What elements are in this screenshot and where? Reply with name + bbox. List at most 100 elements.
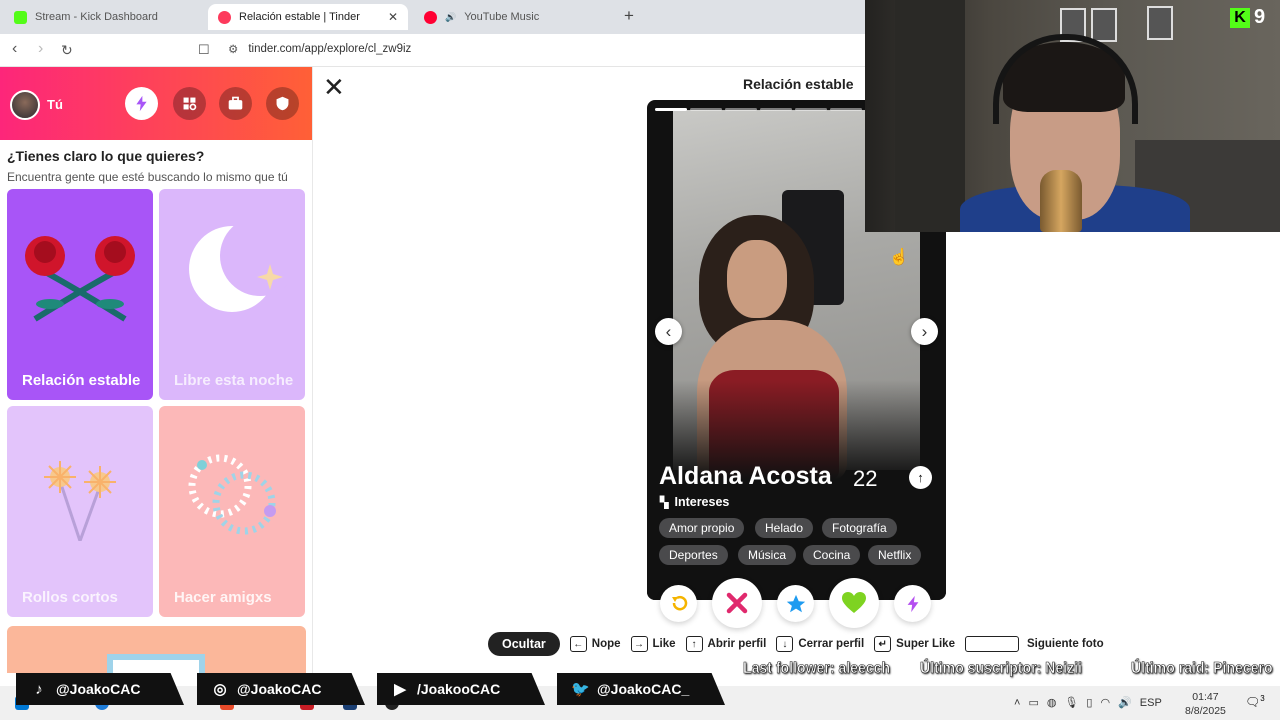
next-photo-button[interactable]: ›	[911, 318, 938, 345]
shortcut-close-profile: ↓ Cerrar perfil	[776, 636, 864, 652]
chevron-left-icon: ‹	[665, 321, 672, 341]
url-field[interactable]: ⚙ tinder.com/app/explore/cl_zw9iz	[228, 42, 411, 56]
tab-title: Stream - Kick Dashboard	[35, 11, 158, 23]
url-text: tinder.com/app/explore/cl_zw9iz	[248, 43, 412, 55]
close-icon[interactable]: ✕	[323, 72, 345, 103]
profile-name[interactable]: Tú	[47, 97, 63, 112]
shortcut-label: Abrir perfil	[707, 638, 767, 650]
photo-detail	[727, 240, 787, 318]
avatar[interactable]	[10, 90, 40, 120]
card-label: Hacer amigxs	[174, 589, 272, 606]
interests-header: ▚ Intereses	[660, 495, 729, 509]
tab-tinder[interactable]: Relación estable | Tinder ✕	[208, 4, 408, 30]
tab-kick[interactable]: Stream - Kick Dashboard	[4, 4, 204, 30]
interest-chip: Netflix	[868, 545, 922, 565]
hide-shortcuts-button[interactable]: Ocultar	[488, 632, 560, 656]
social-handle: @JoakoCAC	[237, 681, 322, 697]
youtube-music-icon	[424, 10, 437, 24]
mic-icon[interactable]: 🎙	[1064, 696, 1078, 709]
interest-chip: Música	[738, 545, 797, 565]
photo-progress-segment	[655, 108, 687, 111]
photo-progress-segment	[690, 108, 722, 111]
social-youtube: ▶ /JoakooCAC	[377, 673, 545, 705]
work-button[interactable]	[219, 87, 252, 120]
site-info-icon[interactable]: ⚙	[228, 42, 238, 56]
social-instagram: ◎ @JoakoCAC	[197, 673, 365, 705]
bracelets-icon	[188, 454, 276, 535]
boost-icon	[907, 595, 918, 612]
shortcut-super-like: ↵ Super Like	[874, 636, 955, 652]
explore-icon	[183, 97, 197, 111]
sidebar-header: Tú	[0, 67, 312, 140]
boost-button[interactable]	[125, 87, 158, 120]
network-icon[interactable]: ▭	[1028, 696, 1038, 709]
card-more[interactable]	[7, 626, 306, 673]
nope-button[interactable]	[712, 578, 762, 628]
shortcut-next-photo: Siguiente foto	[964, 636, 1104, 652]
prev-photo-button[interactable]: ‹	[655, 318, 682, 345]
super-like-icon	[786, 594, 805, 612]
card-rollos-cortos[interactable]: Rollos cortos	[7, 406, 153, 617]
reload-icon[interactable]: ↻	[61, 42, 73, 59]
volume-icon[interactable]: 🔊	[1118, 696, 1132, 709]
profile-age: 22	[853, 466, 878, 491]
interests-icon: ▚	[660, 496, 669, 509]
card-label: Libre esta noche	[174, 372, 294, 389]
card-label: Relación estable	[22, 372, 141, 389]
address-bar: ‹ › ↻ ☐ ⚙ tinder.com/app/explore/cl_zw9i…	[0, 34, 865, 67]
tab-youtube-music[interactable]: 🔊 YouTube Music	[414, 4, 614, 30]
clock[interactable]: 01:47 8/8/2025	[1185, 690, 1226, 718]
open-profile-button[interactable]: ↑	[909, 466, 932, 489]
explore-button[interactable]	[173, 87, 206, 120]
forward-icon[interactable]: ›	[38, 40, 43, 58]
tab-title: YouTube Music	[464, 11, 540, 23]
last-raid: Último raid: Pinecero	[1131, 660, 1273, 678]
shortcut-label: Super Like	[896, 638, 955, 650]
instagram-icon: ◎	[213, 681, 227, 698]
chevron-up-icon[interactable]: ˄	[1014, 697, 1020, 709]
super-like-button[interactable]	[777, 585, 814, 622]
shortcut-label: Siguiente foto	[1026, 638, 1104, 650]
shortcut-nope: ← Nope	[569, 636, 621, 652]
card-illustration	[107, 654, 205, 673]
explore-question-title: ¿Tienes claro lo que quieres?	[7, 148, 205, 164]
rewind-button[interactable]	[660, 585, 697, 622]
battery-icon[interactable]: ▯	[1086, 696, 1092, 709]
interest-chip: Fotografía	[822, 518, 897, 538]
profile-name: Aldana Acosta	[659, 462, 832, 490]
shortcut-label: Like	[652, 638, 676, 650]
safety-button[interactable]	[266, 87, 299, 120]
language-indicator[interactable]: ESP	[1140, 697, 1162, 709]
viewer-count-badge: K 9	[1230, 6, 1265, 29]
webcam-microphone	[1040, 170, 1082, 232]
system-tray: ˄ ▭ ◍ 🎙 ▯ ◠ 🔊 ESP	[1014, 696, 1162, 710]
moon-icon	[189, 224, 292, 312]
wifi-icon[interactable]: ◠	[1100, 696, 1110, 709]
shortcut-label: Nope	[591, 638, 621, 650]
social-handle: /JoakooCAC	[417, 681, 501, 697]
notifications-icon[interactable]: 🗨3	[1245, 694, 1265, 709]
back-icon[interactable]: ‹	[12, 40, 17, 58]
security-icon[interactable]: ◍	[1047, 696, 1057, 709]
arrow-up-key-icon: ↑	[685, 636, 703, 652]
sparklers-icon	[44, 461, 116, 541]
photo-progress-segment	[795, 108, 827, 111]
arrow-left-key-icon: ←	[569, 636, 587, 652]
interest-chip: Amor propio	[659, 518, 745, 538]
close-tab-icon[interactable]: ✕	[388, 10, 398, 24]
social-tiktok: ♪ @JoakoCAC	[16, 673, 184, 705]
last-subscriber: Último suscriptor: Neizii	[920, 660, 1082, 678]
new-tab-button[interactable]: +	[624, 6, 634, 26]
card-hacer-amigxs[interactable]: Hacer amigxs	[159, 406, 305, 617]
boost-action-button[interactable]	[894, 585, 931, 622]
card-relacion-estable[interactable]: Relación estable	[7, 189, 153, 400]
bolt-icon	[136, 95, 147, 112]
card-libre-esta-noche[interactable]: Libre esta noche	[159, 189, 305, 400]
page-title: Relación estable	[743, 76, 854, 92]
like-icon	[842, 592, 866, 613]
roses-icon	[25, 236, 135, 322]
like-button[interactable]	[829, 578, 879, 628]
kick-logo-icon: K	[1230, 7, 1250, 28]
photo-progress-segment	[725, 108, 757, 111]
bookmark-icon[interactable]: ☐	[198, 42, 210, 58]
